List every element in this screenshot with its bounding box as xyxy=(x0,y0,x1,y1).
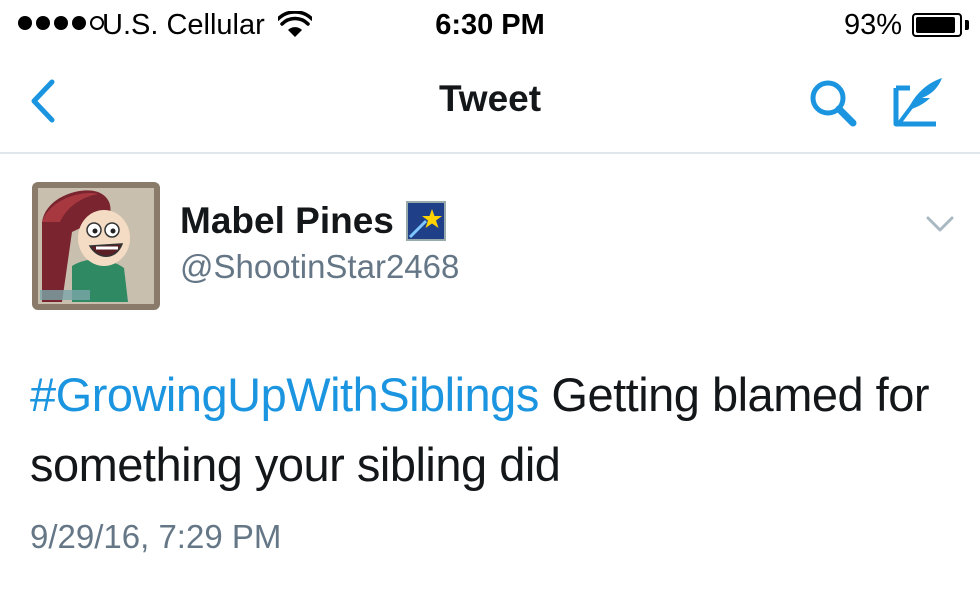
tweet-timestamp: 9/29/16, 7:29 PM xyxy=(30,518,282,555)
author-name: Mabel Pines xyxy=(180,200,394,241)
avatar[interactable] xyxy=(32,182,160,310)
search-button[interactable] xyxy=(806,76,860,130)
battery-nub xyxy=(965,20,969,30)
tweet-menu-button[interactable] xyxy=(922,212,958,236)
author-name-row[interactable]: Mabel Pines xyxy=(180,200,446,242)
compose-tweet-button[interactable] xyxy=(888,74,948,130)
nav-bar: Tweet xyxy=(0,50,980,154)
tweet-text: #GrowingUpWithSiblings Getting blamed fo… xyxy=(30,360,960,500)
battery-percent: 93% xyxy=(843,9,902,41)
status-bar: U.S. Cellular 6:30 PM 93% xyxy=(0,0,980,50)
shooting-star-icon xyxy=(405,201,446,241)
author-handle[interactable]: @ShootinStar2468 xyxy=(180,248,459,286)
compose-tweet-icon xyxy=(893,78,942,127)
chevron-down-icon xyxy=(926,216,954,232)
battery-level xyxy=(916,17,956,33)
search-icon xyxy=(810,80,857,127)
status-time: 6:30 PM xyxy=(435,9,545,41)
hashtag-link[interactable]: #GrowingUpWithSiblings xyxy=(30,368,539,421)
battery-icon xyxy=(912,13,962,37)
